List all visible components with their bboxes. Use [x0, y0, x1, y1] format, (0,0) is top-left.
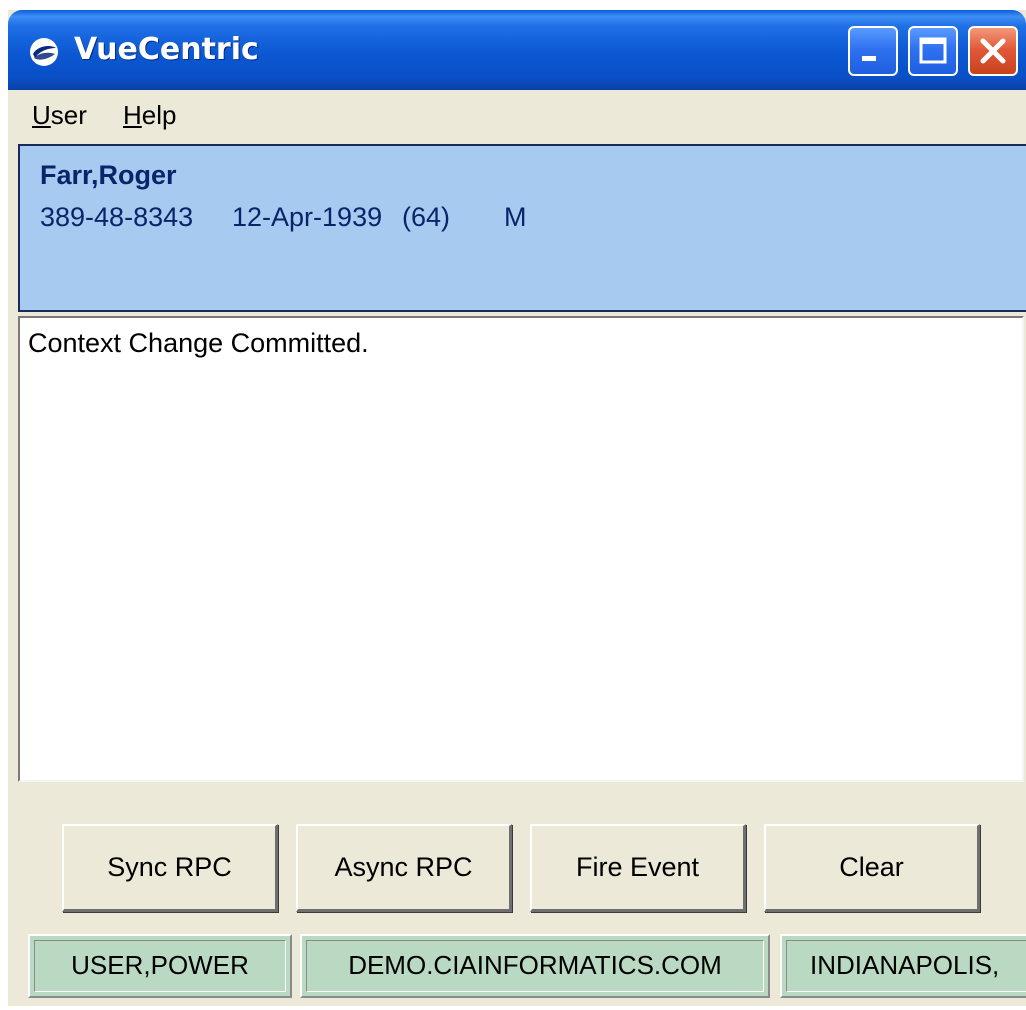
- patient-ssn: 389-48-8343: [40, 202, 194, 232]
- maximize-button[interactable]: [908, 26, 958, 76]
- log-line: Context Change Committed.: [28, 328, 369, 358]
- fire-event-button[interactable]: Fire Event: [530, 824, 746, 912]
- clear-button[interactable]: Clear: [764, 824, 980, 912]
- menu-help-label: elp: [141, 100, 177, 130]
- vuecentric-logo-icon: [30, 38, 58, 66]
- status-server[interactable]: DEMO.CIAINFORMATICS.COM: [300, 934, 770, 998]
- patient-age: (64): [402, 202, 451, 232]
- patient-sex: M: [504, 202, 527, 232]
- close-button[interactable]: [968, 26, 1018, 76]
- status-location-text: INDIANAPOLIS,: [810, 950, 1000, 980]
- menu-user[interactable]: User: [32, 100, 87, 131]
- log-textarea[interactable]: Context Change Committed.: [18, 316, 1024, 782]
- menu-user-accel: U: [32, 100, 51, 130]
- sync-rpc-button[interactable]: Sync RPC: [62, 824, 278, 912]
- patient-banner[interactable]: Farr,Roger 389-48-8343 12-Apr-1939 (64) …: [18, 144, 1026, 312]
- status-user[interactable]: USER,POWER: [28, 934, 292, 998]
- close-icon: [980, 38, 1006, 64]
- minimize-icon: [862, 56, 876, 61]
- patient-name: Farr,Roger: [40, 160, 177, 190]
- app-window: VueCentric User Help Farr,Roger 389-48-8…: [8, 10, 1026, 1006]
- title-bar[interactable]: VueCentric: [8, 10, 1026, 90]
- menu-help-accel: H: [123, 100, 142, 130]
- status-server-text: DEMO.CIAINFORMATICS.COM: [348, 950, 722, 980]
- maximize-icon: [919, 37, 947, 64]
- minimize-button[interactable]: [848, 26, 898, 76]
- status-location[interactable]: INDIANAPOLIS,: [780, 934, 1026, 998]
- menu-help[interactable]: Help: [123, 100, 176, 131]
- window-title: VueCentric: [74, 32, 259, 67]
- async-rpc-button[interactable]: Async RPC: [296, 824, 512, 912]
- menu-bar: User Help: [8, 90, 1026, 142]
- status-user-text: USER,POWER: [71, 950, 249, 980]
- status-bar: USER,POWER DEMO.CIAINFORMATICS.COM INDIA…: [8, 928, 1026, 1006]
- patient-dob: 12-Apr-1939: [232, 202, 383, 232]
- menu-user-label: ser: [50, 100, 87, 130]
